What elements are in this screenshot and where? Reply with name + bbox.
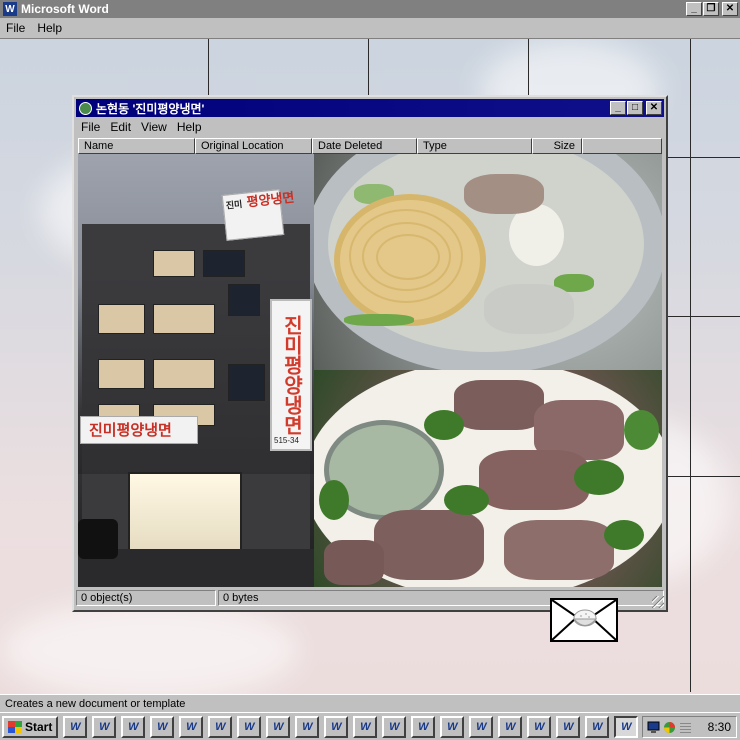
monitor-icon[interactable]: [647, 721, 660, 734]
window-close-button[interactable]: ✕: [646, 101, 662, 115]
taskbar-program-button[interactable]: W: [585, 715, 610, 738]
column-header-original-location[interactable]: Original Location: [195, 138, 312, 154]
vertical-sign-text: 진미평양냉면: [280, 315, 304, 435]
taskbar-program-button[interactable]: W: [63, 715, 88, 738]
menu-file[interactable]: File: [0, 21, 31, 35]
close-button[interactable]: ✕: [722, 2, 738, 16]
resize-grip-icon[interactable]: [652, 596, 664, 608]
taskbar-program-button[interactable]: W: [150, 715, 175, 738]
taskbar-program-button[interactable]: W: [440, 715, 465, 738]
window-minimize-button[interactable]: _: [610, 101, 626, 115]
naengmyeon-noodle-photo: [314, 154, 662, 370]
network-icon[interactable]: [663, 721, 676, 734]
word-app-icon: W: [157, 720, 168, 733]
vertical-sign-number: 515-34: [274, 436, 299, 445]
start-button[interactable]: Start: [2, 715, 59, 738]
word-app-icon: W: [418, 720, 429, 733]
word-app-icon: W: [563, 720, 574, 733]
restore-button[interactable]: ❐: [703, 2, 719, 16]
window-icon: [79, 101, 92, 115]
word-app-icon: W: [476, 720, 487, 733]
taskbar-program-button[interactable]: W: [469, 715, 494, 738]
restaurant-building-photo: 진미 평양냉면 진미평양냉면 515-34 진미평양냉면: [78, 154, 314, 587]
column-headers: Name Original Location Date Deleted Type…: [78, 138, 662, 154]
rice-bowl-icon: [572, 609, 598, 627]
taskbar-program-button[interactable]: W: [498, 715, 523, 738]
app-window-controls: _ ❐ ✕: [686, 2, 738, 16]
envelope-icon[interactable]: [550, 598, 618, 642]
column-header-name[interactable]: Name: [78, 138, 195, 154]
word-app-icon: W: [215, 720, 226, 733]
suyuk-beef-photo: [314, 370, 662, 587]
window-titlebar[interactable]: 논현동 '진미평양냉면' _ □ ✕: [76, 99, 664, 117]
taskbar-program-button[interactable]: W: [382, 715, 407, 738]
word-app-icon: W: [99, 720, 110, 733]
word-app-icon: W: [244, 720, 255, 733]
top-sign-large-text: 평양냉면: [246, 190, 296, 211]
column-header-filler: [582, 138, 662, 154]
app-title: Microsoft Word: [21, 2, 109, 16]
taskbar-program-button[interactable]: W: [614, 715, 639, 738]
window-title: 논현동 '진미평양냉면': [96, 101, 205, 116]
start-label: Start: [25, 719, 53, 734]
window-menu-file[interactable]: File: [76, 120, 105, 134]
window-controls: _ □ ✕: [610, 101, 662, 115]
taskbar-program-button[interactable]: W: [179, 715, 204, 738]
word-app-icon: W: [70, 720, 81, 733]
minimize-button[interactable]: _: [686, 2, 702, 16]
app-statusbar: Creates a new document or template: [0, 694, 740, 712]
vertical-sign: 진미평양냉면: [270, 299, 312, 451]
window-maximize-button[interactable]: □: [627, 101, 643, 115]
recycle-window: 논현동 '진미평양냉면' _ □ ✕ File Edit View Help N…: [72, 95, 668, 612]
top-sign-small-text: 진미: [225, 200, 243, 212]
word-app-icon: W: [447, 720, 458, 733]
word-app-icon: W: [331, 720, 342, 733]
taskbar-program-button[interactable]: W: [324, 715, 349, 738]
taskbar-clock[interactable]: 8:30: [708, 720, 731, 734]
top-sign: 진미 평양냉면: [221, 189, 295, 241]
windows-logo-icon: [8, 720, 22, 733]
taskbar-program-button[interactable]: W: [208, 715, 233, 738]
volume-icon[interactable]: [679, 721, 692, 734]
word-app-icon: W: [534, 720, 545, 733]
taskbar-program-button[interactable]: W: [92, 715, 117, 738]
window-menu-view[interactable]: View: [136, 120, 172, 134]
word-app-icon: W: [592, 720, 603, 733]
taskbar-program-button[interactable]: W: [295, 715, 320, 738]
word-app-icon: W: [302, 720, 313, 733]
taskbar-program-button[interactable]: W: [527, 715, 552, 738]
word-app-icon: W: [186, 720, 197, 733]
menu-help[interactable]: Help: [31, 21, 68, 35]
word-app-icon: W: [273, 720, 284, 733]
window-menu-help[interactable]: Help: [172, 120, 207, 134]
word-app-icon: W: [505, 720, 516, 733]
front-sign: 진미평양냉면: [80, 416, 198, 444]
taskbar-program-button[interactable]: W: [237, 715, 262, 738]
word-app-icon: W: [621, 720, 632, 733]
window-menu-edit[interactable]: Edit: [105, 120, 136, 134]
word-app-icon: W: [389, 720, 400, 733]
taskbar-program-button[interactable]: W: [353, 715, 378, 738]
task-button-group: WWWWWWWWWWWWWWWWWWWW: [58, 715, 639, 738]
taskbar-program-button[interactable]: W: [266, 715, 291, 738]
taskbar-program-button[interactable]: W: [121, 715, 146, 738]
taskbar-program-button[interactable]: W: [556, 715, 581, 738]
shopfront: [128, 472, 242, 552]
window-menubar: File Edit View Help: [76, 118, 664, 136]
window-content: 진미 평양냉면 진미평양냉면 515-34 진미평양냉면: [78, 154, 662, 587]
word-app-icon: W: [360, 720, 371, 733]
word-app-icon: W: [128, 720, 139, 733]
status-object-count: 0 object(s): [76, 590, 216, 606]
word-app-icon: W: [3, 2, 17, 16]
system-tray: 8:30: [642, 716, 737, 738]
app-menubar: File Help: [0, 18, 740, 39]
app-titlebar: W Microsoft Word _ ❐ ✕: [0, 0, 740, 18]
column-header-date-deleted[interactable]: Date Deleted: [312, 138, 417, 154]
taskbar: Start W W W W W W W W W W W W W W W W W W W W 8:30: [0, 712, 740, 740]
parked-car: [78, 519, 118, 559]
taskbar-program-button[interactable]: W: [411, 715, 436, 738]
column-header-size[interactable]: Size: [532, 138, 582, 154]
column-header-type[interactable]: Type: [417, 138, 532, 154]
